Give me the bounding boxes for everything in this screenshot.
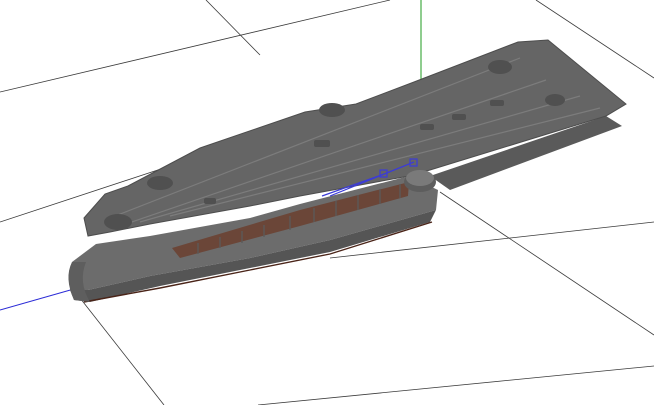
elevator-pad: [452, 114, 466, 120]
elevator-pad: [420, 124, 434, 130]
grid-line: [257, 365, 654, 405]
grid-line: [79, 297, 165, 405]
stern-turret: [404, 170, 436, 192]
turret-top: [406, 170, 434, 186]
3d-viewport[interactable]: [0, 0, 654, 405]
elevator-pad: [204, 198, 216, 204]
grid-line: [205, 0, 261, 56]
bow-mount: [104, 214, 132, 230]
grid-line: [0, 0, 391, 93]
deck-mount: [488, 60, 512, 74]
elevator-pad: [314, 140, 330, 147]
deck-mount: [147, 176, 173, 190]
carrier-model[interactable]: [68, 39, 627, 303]
elevator-pad: [490, 100, 504, 106]
deck-mount: [319, 103, 345, 117]
grid-line: [439, 191, 654, 336]
deck-mount: [545, 94, 565, 106]
scene-canvas[interactable]: [0, 0, 654, 405]
